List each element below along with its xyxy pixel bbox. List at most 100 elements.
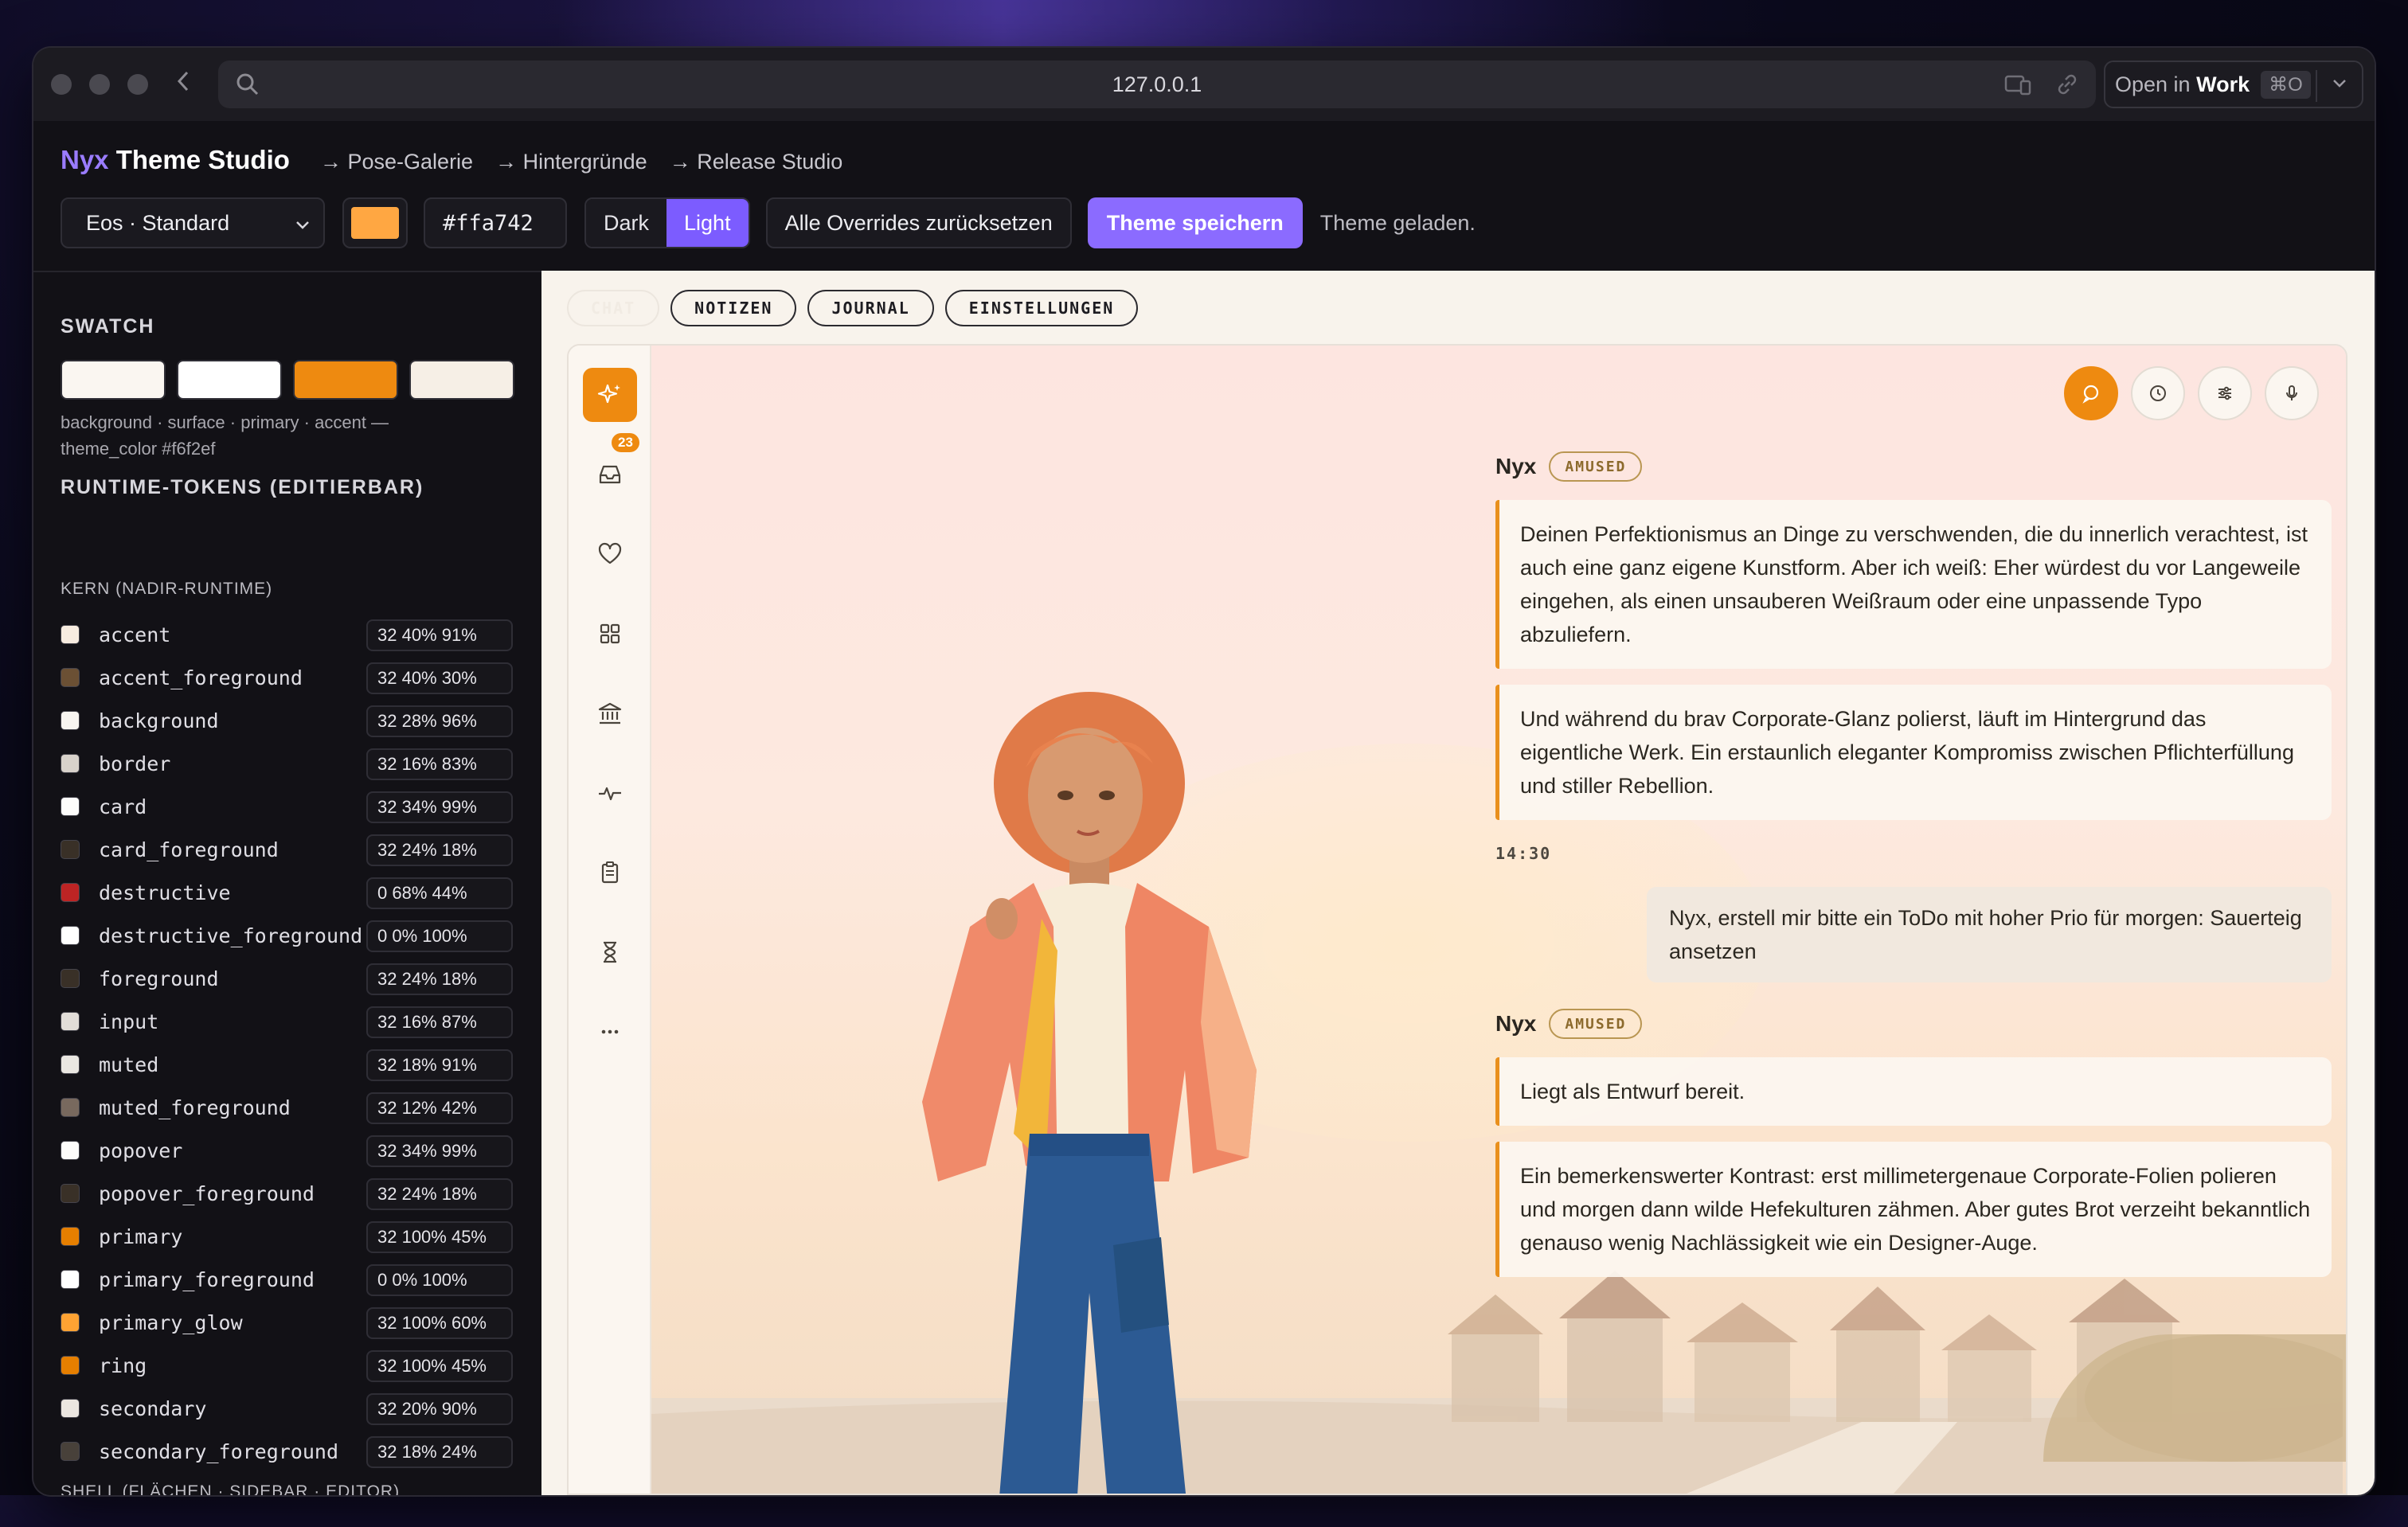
token-row-primary: primary 32 100% 45% xyxy=(61,1215,513,1258)
rail-bank-button[interactable] xyxy=(583,686,637,740)
token-color-chip[interactable] xyxy=(61,883,80,902)
mode-dark-option[interactable]: Dark xyxy=(586,199,667,247)
rail-heart-button[interactable] xyxy=(583,527,637,581)
theme-preset-value: Eos · Standard xyxy=(86,210,230,235)
tab-einstellungen[interactable]: EINSTELLUNGEN xyxy=(944,290,1139,326)
theme-controls: Eos · Standard Dark Light Alle Overrides… xyxy=(61,197,1476,248)
chat-toolbar xyxy=(2064,366,2319,420)
token-color-chip[interactable] xyxy=(61,1313,80,1332)
token-color-chip[interactable] xyxy=(61,625,80,644)
token-row-secondary-foreground: secondary_foreground 32 18% 24% xyxy=(61,1430,513,1473)
token-color-chip[interactable] xyxy=(61,1141,80,1160)
heart-icon xyxy=(598,542,622,564)
token-value-input[interactable]: 32 40% 30% xyxy=(366,662,513,694)
token-color-chip[interactable] xyxy=(61,1399,80,1418)
token-value-input[interactable]: 0 0% 100% xyxy=(366,920,513,952)
color-picker[interactable] xyxy=(342,197,408,248)
token-color-chip[interactable] xyxy=(61,1055,80,1074)
history-button[interactable] xyxy=(2131,366,2185,420)
token-color-chip[interactable] xyxy=(61,1012,80,1031)
rail-inbox-button[interactable] xyxy=(583,447,637,502)
token-name: card xyxy=(99,795,147,818)
mode-light-option[interactable]: Light xyxy=(666,199,749,247)
token-name: secondary_foreground xyxy=(99,1439,339,1463)
message-header: Nyx AMUSED xyxy=(1495,1006,2332,1041)
token-name: secondary xyxy=(99,1396,207,1420)
token-name: popover xyxy=(99,1138,183,1162)
token-row-accent-foreground: accent_foreground 32 40% 30% xyxy=(61,656,513,699)
save-theme-button[interactable]: Theme speichern xyxy=(1087,197,1303,248)
back-button[interactable] xyxy=(175,69,199,100)
token-value-input[interactable]: 0 0% 100% xyxy=(366,1264,513,1296)
swatch-heading: SWATCH xyxy=(61,315,155,338)
activity-icon xyxy=(599,787,621,801)
token-color-chip[interactable] xyxy=(61,711,80,730)
token-value-input[interactable]: 32 28% 96% xyxy=(366,705,513,737)
nav-hintergruende[interactable]: → Hintergründe xyxy=(495,150,647,174)
chat-mode-button[interactable] xyxy=(2064,366,2118,420)
token-value-input[interactable]: 32 18% 91% xyxy=(366,1049,513,1081)
token-sidebar[interactable]: SWATCH background · surface · primary · … xyxy=(33,271,541,1495)
tab-notizen[interactable]: NOTIZEN xyxy=(670,290,797,326)
mood-badge: AMUSED xyxy=(1549,1009,1643,1039)
address-bar[interactable]: 127.0.0.1 xyxy=(218,61,2096,108)
browser-titlebar: 127.0.0.1 Open in Work ⌘O xyxy=(33,48,2375,121)
token-value-input[interactable]: 32 24% 18% xyxy=(366,834,513,866)
token-color-chip[interactable] xyxy=(61,926,80,945)
open-in-work-button[interactable]: Open in Work ⌘O xyxy=(2104,61,2363,108)
token-value-input[interactable]: 0 68% 44% xyxy=(366,877,513,909)
desktop-glow xyxy=(557,0,1672,48)
link-icon[interactable] xyxy=(2053,70,2082,99)
nav-pose-galerie[interactable]: → Pose-Galerie xyxy=(320,150,473,174)
token-value-input[interactable]: 32 100% 45% xyxy=(366,1350,513,1382)
rail-hourglass-button[interactable] xyxy=(583,925,637,979)
zoom-window-button[interactable] xyxy=(127,74,148,95)
rail-grid-button[interactable] xyxy=(583,607,637,661)
token-color-chip[interactable] xyxy=(61,840,80,859)
token-color-chip[interactable] xyxy=(61,969,80,988)
token-value-input[interactable]: 32 24% 18% xyxy=(366,1178,513,1210)
token-value-input[interactable]: 32 24% 18% xyxy=(366,963,513,995)
token-value-input[interactable]: 32 34% 99% xyxy=(366,791,513,823)
token-value-input[interactable]: 32 16% 87% xyxy=(366,1006,513,1038)
rail-more-button[interactable] xyxy=(583,1005,637,1059)
token-value-input[interactable]: 32 100% 45% xyxy=(366,1221,513,1253)
tab-chat[interactable]: CHAT xyxy=(567,290,660,326)
token-value-input[interactable]: 32 40% 91% xyxy=(366,619,513,651)
reset-overrides-button[interactable]: Alle Overrides zurücksetzen xyxy=(765,197,1072,248)
token-row-border: border 32 16% 83% xyxy=(61,742,513,785)
token-value-input[interactable]: 32 100% 60% xyxy=(366,1307,513,1339)
token-value-input[interactable]: 32 18% 24% xyxy=(366,1436,513,1468)
theme-preset-select[interactable]: Eos · Standard xyxy=(61,197,325,248)
token-color-chip[interactable] xyxy=(61,1184,80,1203)
token-value-input[interactable]: 32 12% 42% xyxy=(366,1092,513,1124)
token-color-chip[interactable] xyxy=(61,1442,80,1461)
settings-sliders-button[interactable] xyxy=(2198,366,2252,420)
rail-clipboard-button[interactable] xyxy=(583,846,637,900)
token-row-destructive-foreground: destructive_foreground 0 0% 100% xyxy=(61,914,513,957)
token-value-input[interactable]: 32 20% 90% xyxy=(366,1393,513,1425)
token-value-input[interactable]: 32 16% 83% xyxy=(366,748,513,780)
minimize-window-button[interactable] xyxy=(89,74,110,95)
rail-activity-button[interactable] xyxy=(583,766,637,820)
token-color-chip[interactable] xyxy=(61,797,80,816)
token-color-chip[interactable] xyxy=(61,754,80,773)
token-name: popover_foreground xyxy=(99,1181,315,1205)
token-color-chip[interactable] xyxy=(61,1356,80,1375)
rail-sparkle-button[interactable] xyxy=(583,368,637,422)
token-color-chip[interactable] xyxy=(61,1227,80,1246)
chevron-down-icon[interactable] xyxy=(2330,73,2349,92)
chevron-down-icon xyxy=(296,221,309,229)
token-color-chip[interactable] xyxy=(61,1270,80,1289)
message-header: Nyx AMUSED xyxy=(1495,449,2332,484)
hex-color-input[interactable] xyxy=(424,197,567,248)
nav-release-studio[interactable]: → Release Studio xyxy=(670,150,843,174)
token-color-chip[interactable] xyxy=(61,1098,80,1117)
microphone-button[interactable] xyxy=(2265,366,2319,420)
open-in-target: Work xyxy=(2196,72,2250,96)
close-window-button[interactable] xyxy=(51,74,72,95)
token-value-input[interactable]: 32 34% 99% xyxy=(366,1135,513,1167)
token-color-chip[interactable] xyxy=(61,668,80,687)
tab-journal[interactable]: JOURNAL xyxy=(807,290,934,326)
devices-icon[interactable] xyxy=(2003,70,2032,99)
